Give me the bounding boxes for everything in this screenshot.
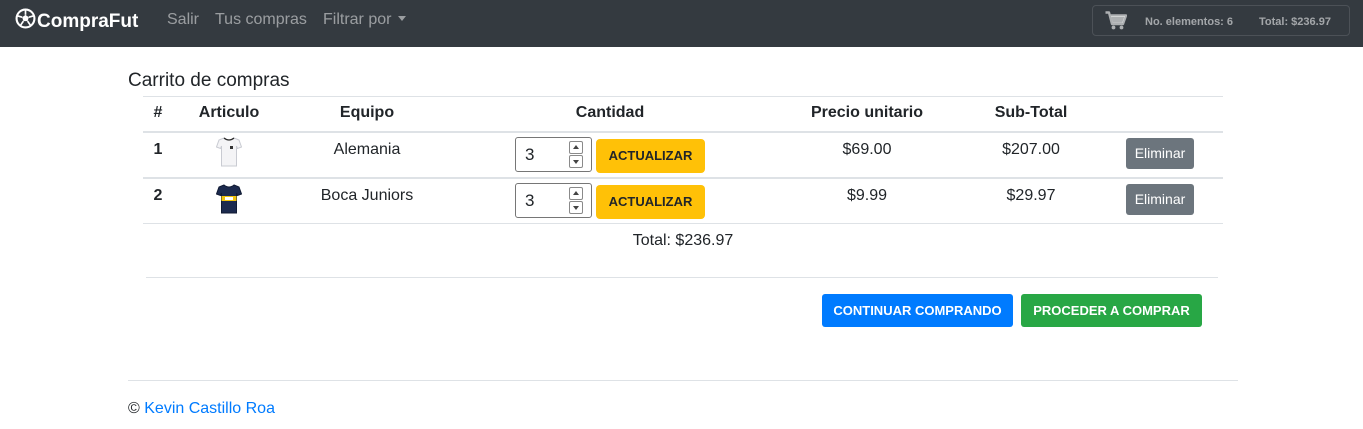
author-link[interactable]: Kevin Castillo Roa: [144, 400, 275, 417]
spinner[interactable]: [569, 187, 583, 214]
nav-link-tus-compras[interactable]: Tus compras: [215, 11, 307, 29]
spinner-up-icon[interactable]: [569, 141, 583, 154]
quantity-value: 3: [525, 145, 535, 164]
cart-summary-button[interactable]: No. elementos: 6 Total: $236.97: [1092, 5, 1350, 36]
footer-divider: [128, 380, 1238, 381]
quantity-stepper[interactable]: 3: [515, 137, 592, 172]
navy-gold-jersey-icon: [215, 184, 243, 219]
brand-name: CompraFut: [37, 10, 139, 32]
checkout-button[interactable]: PROCEDER A COMPRAR: [1021, 294, 1202, 327]
update-button[interactable]: ACTUALIZAR: [596, 185, 705, 219]
column-header-cantidad: Cantidad: [575, 104, 645, 121]
brand[interactable]: CompraFut: [15, 8, 138, 35]
team-name: Boca Juniors: [320, 187, 414, 204]
nav-dropdown-label: Filtrar por: [323, 11, 392, 28]
team-name: Alemania: [333, 141, 401, 158]
navbar: CompraFut Salir Tus compras Filtrar por …: [0, 0, 1363, 47]
row-divider: [143, 223, 1223, 224]
footer: © Kevin Castillo Roa: [128, 400, 275, 418]
column-header-precio-unitario: Precio unitario: [810, 104, 924, 121]
unit-price: $69.00: [842, 141, 892, 158]
spinner-down-icon[interactable]: [569, 201, 583, 214]
subtotal: $29.97: [1006, 187, 1056, 204]
spinner-up-icon[interactable]: [569, 187, 583, 200]
page-title: Carrito de compras: [128, 70, 290, 91]
white-jersey-icon: [215, 137, 243, 172]
remove-button[interactable]: Eliminar: [1126, 138, 1194, 169]
cart-total: Total: $236.97: [1259, 16, 1331, 28]
continue-shopping-button[interactable]: CONTINUAR COMPRANDO: [822, 294, 1013, 327]
quantity-value: 3: [525, 191, 535, 210]
column-header-equipo: Equipo: [339, 104, 395, 121]
table-header-divider: [143, 131, 1223, 133]
copyright-symbol: ©: [128, 400, 140, 417]
spinner-down-icon[interactable]: [569, 155, 583, 168]
spinner[interactable]: [569, 141, 583, 168]
row-index: 2: [153, 187, 163, 204]
section-divider: [146, 277, 1218, 278]
subtotal: $207.00: [1002, 141, 1060, 158]
update-button[interactable]: ACTUALIZAR: [596, 139, 705, 173]
table-top-divider: [143, 96, 1223, 97]
caret-down-icon: [398, 16, 407, 21]
nav-link-salir[interactable]: Salir: [167, 11, 199, 29]
row-divider: [143, 177, 1223, 179]
column-header-subtotal: Sub-Total: [994, 104, 1068, 121]
nav-dropdown-filtrar[interactable]: Filtrar por: [323, 11, 407, 29]
unit-price: $9.99: [846, 187, 888, 204]
column-header-articulo: Articulo: [198, 104, 260, 121]
row-index: 1: [153, 141, 163, 158]
cart-total-summary: Total: $236.97: [632, 232, 734, 249]
cart-item-count: No. elementos: 6: [1145, 16, 1234, 28]
remove-button[interactable]: Eliminar: [1126, 184, 1194, 215]
soccer-ball-icon: [15, 8, 37, 35]
quantity-stepper[interactable]: 3: [515, 183, 592, 218]
column-header-index: #: [153, 104, 163, 121]
